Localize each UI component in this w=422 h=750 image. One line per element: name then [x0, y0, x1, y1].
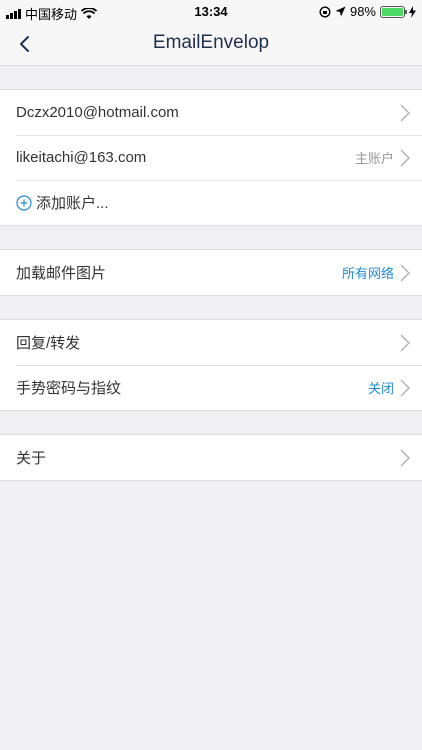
about-row[interactable]: 关于: [0, 435, 422, 480]
reply-forward-row[interactable]: 回复/转发: [0, 320, 422, 365]
reply-forward-label: 回复/转发: [16, 335, 81, 352]
settings-group: 回复/转发 手势密码与指纹 关闭: [0, 319, 422, 411]
gesture-password-row[interactable]: 手势密码与指纹 关闭: [0, 365, 422, 410]
load-images-value: 所有网络: [341, 266, 394, 281]
chevron-right-icon: [400, 149, 410, 166]
chevron-right-icon: [400, 104, 410, 121]
account-email: likeitachi@163.com: [16, 149, 147, 166]
gesture-password-label: 手势密码与指纹: [16, 380, 122, 397]
account-email: Dczx2010@hotmail.com: [16, 104, 179, 121]
primary-account-badge: 主账户: [354, 151, 394, 166]
chevron-right-icon: [400, 449, 410, 466]
battery-percent: 98%: [349, 4, 376, 19]
load-images-row[interactable]: 加载邮件图片 所有网络: [0, 250, 422, 295]
status-bar: 中国移动 13:34 98%: [0, 0, 422, 22]
accounts-group: Dczx2010@hotmail.com likeitachi@163.com …: [0, 89, 422, 226]
load-images-label: 加载邮件图片: [16, 265, 107, 282]
battery-icon: [380, 5, 407, 18]
charging-icon: [409, 5, 416, 18]
about-label: 关于: [16, 450, 47, 467]
chevron-right-icon: [400, 334, 410, 351]
navigation-bar: EmailEnvelop: [0, 22, 422, 66]
page-title: EmailEnvelop: [152, 32, 270, 53]
add-account-label: 添加账户...: [36, 195, 109, 212]
gesture-password-value: 关闭: [367, 381, 394, 396]
account-row-163[interactable]: likeitachi@163.com 主账户: [0, 135, 422, 180]
rotation-lock-icon: [319, 5, 331, 18]
account-row-hotmail[interactable]: Dczx2010@hotmail.com: [0, 90, 422, 135]
about-group: 关于: [0, 434, 422, 481]
add-account-button[interactable]: 添加账户...: [0, 180, 422, 225]
chevron-right-icon: [400, 264, 410, 281]
location-icon: [335, 6, 346, 17]
chevron-right-icon: [400, 379, 410, 396]
plus-circle-icon: [16, 194, 32, 211]
images-group: 加载邮件图片 所有网络: [0, 249, 422, 296]
